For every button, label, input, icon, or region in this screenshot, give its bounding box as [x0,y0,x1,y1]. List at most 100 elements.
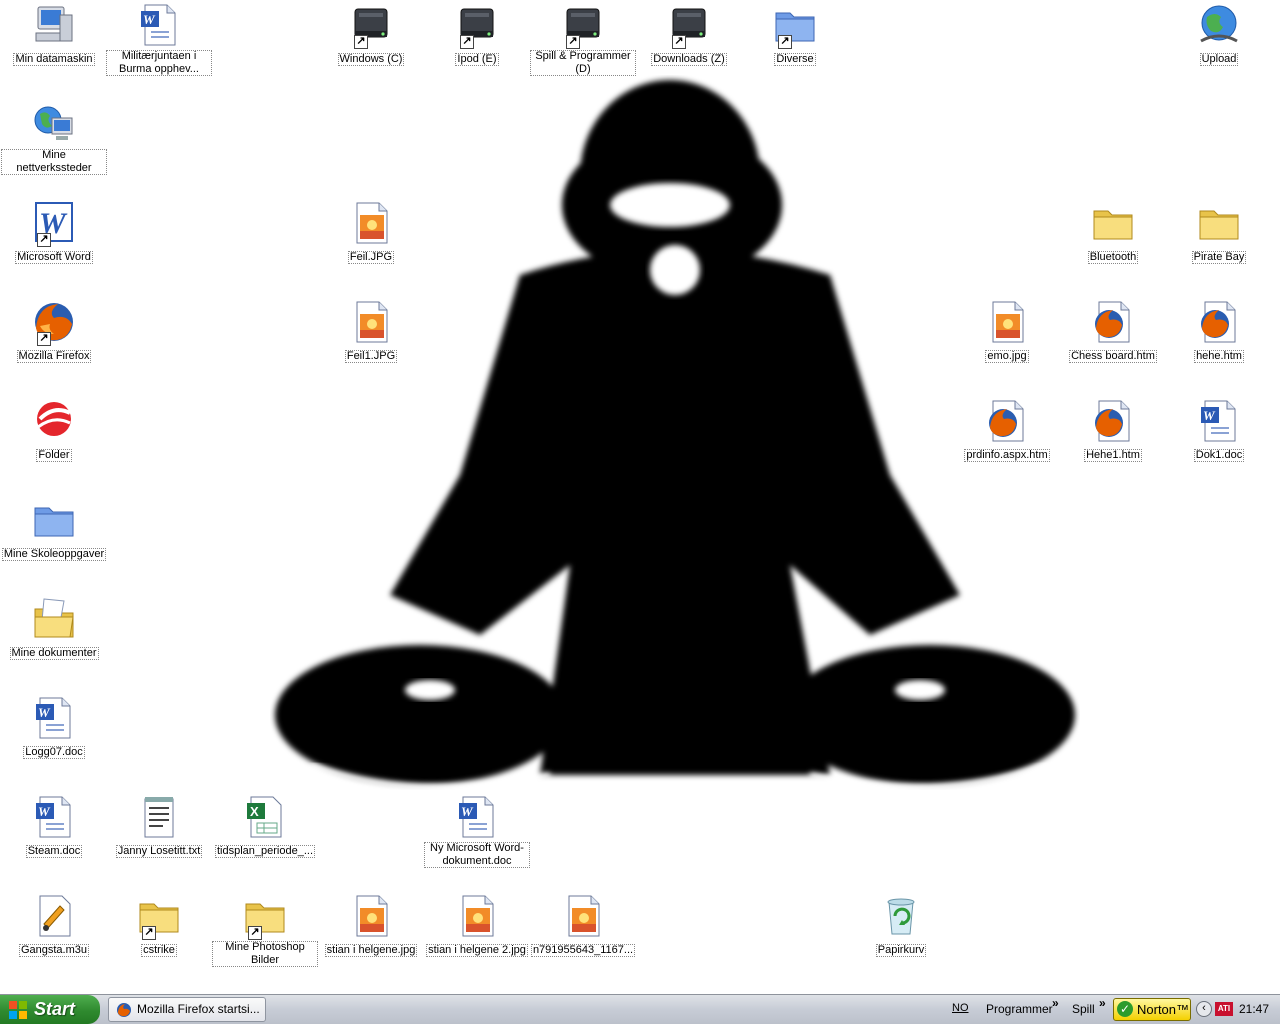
icon-label: Diverse [774,53,816,66]
icon-label: Mozilla Firefox [16,350,92,363]
icon-min-datamaskin[interactable]: Min datamaskin [1,1,107,67]
icon-gangsta[interactable]: Gangsta.m3u [1,892,107,958]
firefox-icon [117,1003,131,1017]
word-app-icon: W ↗ [30,199,78,247]
icon-logg07-doc[interactable]: W Logg07.doc [1,694,107,760]
word-doc-icon: W [453,793,501,841]
network-globe-icon [1195,1,1243,49]
playlist-icon [30,892,78,940]
icon-stian-helgene-jpg[interactable]: stian i helgene.jpg [318,892,424,958]
recycle-bin-icon [877,892,925,940]
icon-label: Janny Losetitt.txt [115,845,203,858]
icon-mine-photoshop-bilder[interactable]: ↗ Mine Photoshop Bilder [212,892,318,968]
icon-dok1-doc[interactable]: W Dok1.doc [1166,397,1272,463]
icon-label: stian i helgene 2.jpg [426,944,528,957]
icon-mozilla-firefox[interactable]: ↗ Mozilla Firefox [1,298,107,364]
shortcut-arrow-icon: ↗ [778,35,792,49]
shortcut-arrow-icon: ↗ [354,35,368,49]
toolbar-spill[interactable]: Spill [1072,1002,1095,1016]
icon-stian-helgene2-jpg[interactable]: stian i helgene 2.jpg [424,892,530,958]
start-button[interactable]: Start [0,995,100,1024]
icon-microsoft-word[interactable]: W ↗ Microsoft Word [1,199,107,265]
icon-ny-word-doc[interactable]: W Ny Microsoft Word-dokument.doc [424,793,530,869]
icon-prdinfo-htm[interactable]: prdinfo.aspx.htm [954,397,1060,463]
icon-label: cstrike [141,944,177,957]
blue-folder-icon [30,496,78,544]
blue-folder-icon: ↗ [771,1,819,49]
clock[interactable]: 21:47 [1239,1002,1269,1016]
icon-label: stian i helgene.jpg [324,944,418,957]
firefox-icon: ↗ [30,298,78,346]
windows-logo-icon [9,1001,27,1019]
desktop[interactable]: Min datamaskin W Militærjuntaen i Burma op… [0,0,1280,994]
hard-drive-icon: ↗ [665,1,713,49]
firefox-doc-icon [1089,397,1137,445]
icon-pirate-bay[interactable]: Pirate Bay [1166,199,1272,265]
image-file-icon [347,892,395,940]
icon-label: Steam.doc [25,845,83,858]
toolbar-spill-chevron-icon[interactable]: » [1099,996,1106,1010]
icon-label: Mine Skoleoppgaver [1,548,107,561]
shortcut-arrow-icon: ↗ [142,926,156,940]
svg-text:W: W [143,12,156,27]
computer-icon [30,1,78,49]
icon-label: Bluetooth [1087,251,1139,264]
firefox-doc-icon [983,397,1031,445]
icon-papirkurv[interactable]: Papirkurv [848,892,954,958]
word-doc-icon: W [1195,397,1243,445]
icon-folder-trend[interactable]: Folder [1,397,107,463]
icon-militaerjuntaen-doc[interactable]: W Militærjuntaen i Burma opphev... [106,1,212,77]
icon-emo-jpg[interactable]: emo.jpg [954,298,1060,364]
taskbar-item-label: Mozilla Firefox startsi... [137,1002,260,1016]
icon-feil-jpg[interactable]: Feil.JPG [318,199,424,265]
hard-drive-icon: ↗ [453,1,501,49]
icon-label: Mine nettverkssteder [1,149,107,175]
hard-drive-icon: ↗ [347,1,395,49]
icon-hehe-htm[interactable]: hehe.htm [1166,298,1272,364]
icon-feil1-jpg[interactable]: Feil1.JPG [318,298,424,364]
word-doc-icon: W [30,694,78,742]
image-file-icon [347,298,395,346]
icon-hehe1-htm[interactable]: Hehe1.htm [1060,397,1166,463]
excel-file-icon: X [241,793,289,841]
svg-text:W: W [38,804,51,819]
toolbar-programmer[interactable]: Programmer [986,1002,1053,1016]
tray-collapse-icon[interactable]: ‹ [1196,1001,1212,1017]
icon-label: Pirate Bay [1191,251,1247,264]
shortcut-arrow-icon: ↗ [248,926,262,940]
icon-bluetooth[interactable]: Bluetooth [1060,199,1166,265]
icon-label: n791955643_1167... [530,944,636,957]
ati-tray-icon[interactable]: ATI [1215,1002,1233,1016]
icon-label: Papirkurv [875,944,927,957]
icon-label: Chess board.htm [1069,350,1157,363]
icon-label: tidsplan_periode_... [214,845,315,858]
icon-label: Feil1.JPG [344,350,398,363]
icon-diverse[interactable]: ↗ Diverse [742,1,848,67]
taskbar: Start Mozilla Firefox startsi... NO Prog… [0,994,1280,1024]
icon-spill-programmer-d[interactable]: ↗ Spill & Programmer (D) [530,1,636,77]
taskbar-item-firefox[interactable]: Mozilla Firefox startsi... [108,997,266,1022]
norton-button[interactable]: ✓ Norton™ [1113,998,1191,1021]
icon-upload[interactable]: Upload [1166,1,1272,67]
icon-tidsplan-xls[interactable]: Xtidsplan_periode_... [212,793,318,859]
icon-ipod-e[interactable]: ↗ Ipod (E) [424,1,530,67]
icon-cstrike[interactable]: ↗ cstrike [106,892,212,958]
icon-chess-board-htm[interactable]: Chess board.htm [1060,298,1166,364]
icon-n791955643-jpg[interactable]: n791955643_1167... [530,892,636,958]
icon-janny-txt[interactable]: Janny Losetitt.txt [106,793,212,859]
icon-mine-skoleoppgaver[interactable]: Mine Skoleoppgaver [1,496,107,562]
my-documents-icon [30,595,78,643]
icon-label: emo.jpg [985,350,1029,363]
icon-label: Dok1.doc [1193,449,1245,462]
icon-mine-dokumenter[interactable]: Mine dokumenter [1,595,107,661]
language-indicator[interactable]: NO [952,1002,969,1014]
icon-label: Spill & Programmer (D) [530,50,636,76]
icon-windows-c[interactable]: ↗ Windows (C) [318,1,424,67]
network-places-icon [30,100,78,148]
firefox-doc-icon [1089,298,1137,346]
toolbar-programmer-chevron-icon[interactable]: » [1052,996,1059,1010]
icon-mine-nettverkssteder[interactable]: Mine nettverkssteder [1,100,107,176]
icon-downloads-z[interactable]: ↗ Downloads (Z) [636,1,742,67]
icon-steam-doc[interactable]: W Steam.doc [1,793,107,859]
shortcut-arrow-icon: ↗ [37,233,51,247]
